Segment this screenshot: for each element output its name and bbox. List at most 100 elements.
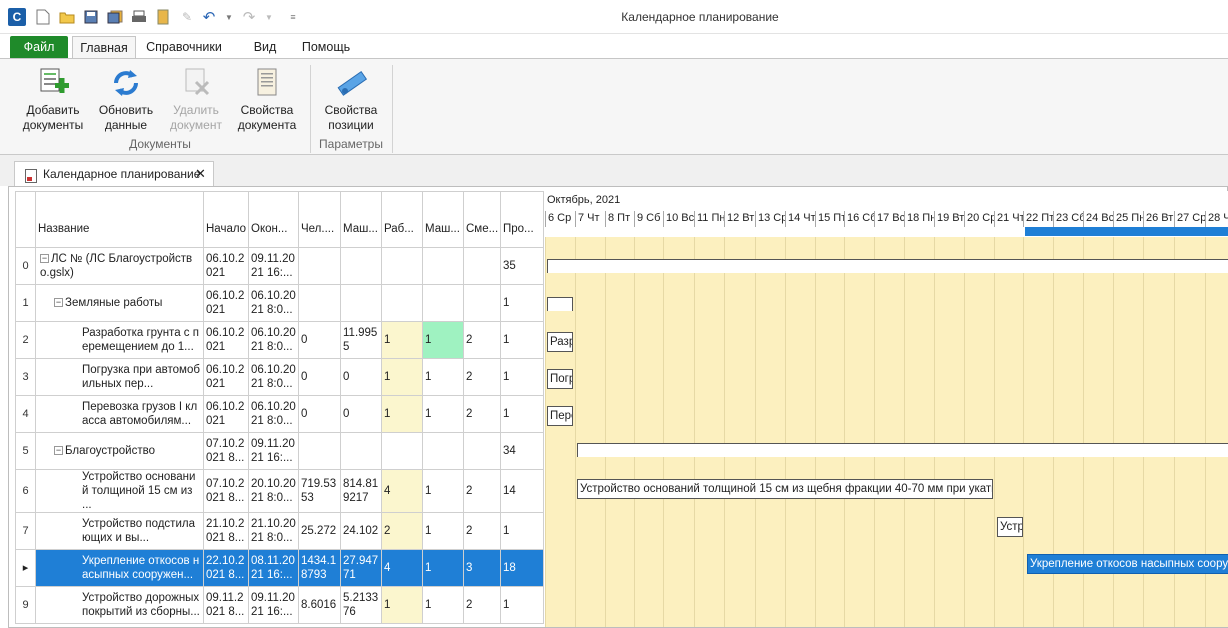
cell-start[interactable]: 07.10.2021 8... xyxy=(203,469,249,513)
column-header[interactable]: Окон... xyxy=(248,191,299,248)
cell-c4[interactable] xyxy=(298,247,341,285)
table-row[interactable]: 2 Разработка грунта с перемещением до 1..… xyxy=(15,321,544,359)
cell-c7[interactable]: 1 xyxy=(422,512,464,550)
cell-name[interactable]: − Земляные работы xyxy=(35,284,204,322)
cell-c6[interactable]: 1 xyxy=(381,395,423,433)
column-header[interactable]: Название xyxy=(35,191,204,248)
cell-c8[interactable]: 2 xyxy=(463,321,501,359)
cell-c7[interactable]: 1 xyxy=(422,586,464,624)
cell-end[interactable]: 09.11.2021 16:... xyxy=(248,432,299,470)
gantt-task-bar[interactable]: Погрузка при автомобильных перевозках xyxy=(547,369,573,389)
cell-c6[interactable]: 2 xyxy=(381,512,423,550)
cell-c9[interactable]: 1 xyxy=(500,512,544,550)
cell-c9[interactable]: 1 xyxy=(500,395,544,433)
cell-start[interactable]: 06.10.2021 xyxy=(203,247,249,285)
row-number[interactable]: 5 xyxy=(15,432,36,470)
cell-c6[interactable]: 1 xyxy=(381,586,423,624)
cell-c7[interactable]: 1 xyxy=(422,321,464,359)
cell-c8[interactable]: 2 xyxy=(463,512,501,550)
gantt-task-bar[interactable]: Перевозка грузов I класса автомобилями xyxy=(547,406,573,426)
gantt-summary-bar-root[interactable] xyxy=(547,259,1228,273)
table-row[interactable]: 1− Земляные работы 06.10.2021 06.10.2021 8:… xyxy=(15,284,544,322)
cell-c8[interactable]: 2 xyxy=(463,395,501,433)
cell-c9[interactable]: 35 xyxy=(500,247,544,285)
row-number[interactable]: 1 xyxy=(15,284,36,322)
cell-start[interactable]: 22.10.2021 8... xyxy=(203,549,249,587)
cell-c5[interactable] xyxy=(340,284,382,322)
table-row[interactable]: 6 Устройство оснований толщиной 15 см из … xyxy=(15,469,544,513)
table-row[interactable]: 3 Погрузка при автомобильных пер... 06.10.… xyxy=(15,358,544,396)
tab-help[interactable]: Помощь xyxy=(295,36,357,59)
cell-c5[interactable]: 5.213376 xyxy=(340,586,382,624)
collapse-icon[interactable]: − xyxy=(40,254,49,264)
gantt-summary-bar-earthworks[interactable] xyxy=(547,297,573,311)
cell-c5[interactable]: 0 xyxy=(340,358,382,396)
gantt-task-bar[interactable]: Разработка грунта с перемещением до 1 xyxy=(547,332,573,352)
cell-c8[interactable] xyxy=(463,432,501,470)
cell-c5[interactable]: 814.819217 xyxy=(340,469,382,513)
cell-name[interactable]: Устройство подстилающих и вы... xyxy=(35,512,204,550)
cell-c5[interactable]: 0 xyxy=(340,395,382,433)
undo-dropdown-icon[interactable]: ▼ xyxy=(220,8,238,26)
table-row[interactable]: 9 Устройство дорожных покрытий из сборны.… xyxy=(15,586,544,624)
column-header[interactable]: Начало xyxy=(203,191,249,248)
cell-name[interactable]: Погрузка при автомобильных пер... xyxy=(35,358,204,396)
cell-c4[interactable]: 0 xyxy=(298,358,341,396)
cell-c8[interactable]: 2 xyxy=(463,358,501,396)
gantt-chart[interactable]: Октябрь, 2021 6 Ср 7 Чт 8 Пт 9 Сб 10 Вс 11 Пн… xyxy=(545,191,1228,627)
cell-c4[interactable]: 8.6016 xyxy=(298,586,341,624)
cell-name[interactable]: Устройство дорожных покрытий из сборны..… xyxy=(35,586,204,624)
cell-c5[interactable]: 24.102 xyxy=(340,512,382,550)
cell-c7[interactable] xyxy=(422,432,464,470)
cell-c7[interactable]: 1 xyxy=(422,549,464,587)
print-icon[interactable] xyxy=(130,8,148,26)
cell-c8[interactable]: 2 xyxy=(463,586,501,624)
cell-c5[interactable]: 11.9955 xyxy=(340,321,382,359)
cell-c6[interactable]: 1 xyxy=(381,358,423,396)
cell-end[interactable]: 09.11.2021 16:... xyxy=(248,247,299,285)
cell-end[interactable]: 20.10.2021 8:0... xyxy=(248,469,299,513)
row-number[interactable]: 7 xyxy=(15,512,36,550)
table-row[interactable]: 4 Перевозка грузов I класса автомобилям..… xyxy=(15,395,544,433)
open-folder-icon[interactable] xyxy=(58,8,76,26)
cell-end[interactable]: 08.11.2021 16:... xyxy=(248,549,299,587)
cell-start[interactable]: 06.10.2021 xyxy=(203,321,249,359)
cell-c4[interactable]: 0 xyxy=(298,321,341,359)
cell-c4[interactable] xyxy=(298,284,341,322)
cell-start[interactable]: 06.10.2021 xyxy=(203,284,249,322)
cell-start[interactable]: 09.11.2021 8... xyxy=(203,586,249,624)
cell-end[interactable]: 09.11.2021 16:... xyxy=(248,586,299,624)
column-header[interactable]: Маш... xyxy=(340,191,382,248)
cell-c8[interactable]: 3 xyxy=(463,549,501,587)
current-row-indicator-icon[interactable]: ▸ xyxy=(15,549,36,587)
cell-name[interactable]: Укрепление откосов насыпных сооружен... xyxy=(35,549,204,587)
cell-start[interactable]: 06.10.2021 xyxy=(203,358,249,396)
cell-end[interactable]: 06.10.2021 8:0... xyxy=(248,395,299,433)
tab-home[interactable]: Главная xyxy=(72,36,136,59)
cell-c4[interactable]: 25.272 xyxy=(298,512,341,550)
cell-name[interactable]: Устройство оснований толщиной 15 см из .… xyxy=(35,469,204,513)
row-number[interactable]: 6 xyxy=(15,469,36,513)
column-header[interactable]: Сме... xyxy=(463,191,501,248)
cell-c8[interactable] xyxy=(463,247,501,285)
cell-c9[interactable]: 1 xyxy=(500,358,544,396)
cell-c7[interactable] xyxy=(422,247,464,285)
add-documents-button[interactable]: Добавить документы xyxy=(18,67,88,137)
document-properties-button[interactable]: Свойства документа xyxy=(232,67,302,137)
cell-c4[interactable] xyxy=(298,432,341,470)
cell-c6[interactable] xyxy=(381,247,423,285)
gantt-task-bar[interactable]: Укрепление откосов насыпных сооружений xyxy=(1027,554,1228,574)
column-header[interactable]: Маш... xyxy=(422,191,464,248)
cell-c6[interactable]: 4 xyxy=(381,469,423,513)
cell-c9[interactable]: 18 xyxy=(500,549,544,587)
cell-c8[interactable] xyxy=(463,284,501,322)
cell-name[interactable]: − Благоустройство xyxy=(35,432,204,470)
column-header[interactable]: Чел.... xyxy=(298,191,341,248)
row-number[interactable]: 9 xyxy=(15,586,36,624)
collapse-icon[interactable]: − xyxy=(54,298,63,308)
cell-c6[interactable]: 1 xyxy=(381,321,423,359)
cell-c7[interactable]: 1 xyxy=(422,358,464,396)
save-icon[interactable] xyxy=(82,8,100,26)
cell-c8[interactable]: 2 xyxy=(463,469,501,513)
gantt-summary-bar-landscaping[interactable] xyxy=(577,443,1228,457)
